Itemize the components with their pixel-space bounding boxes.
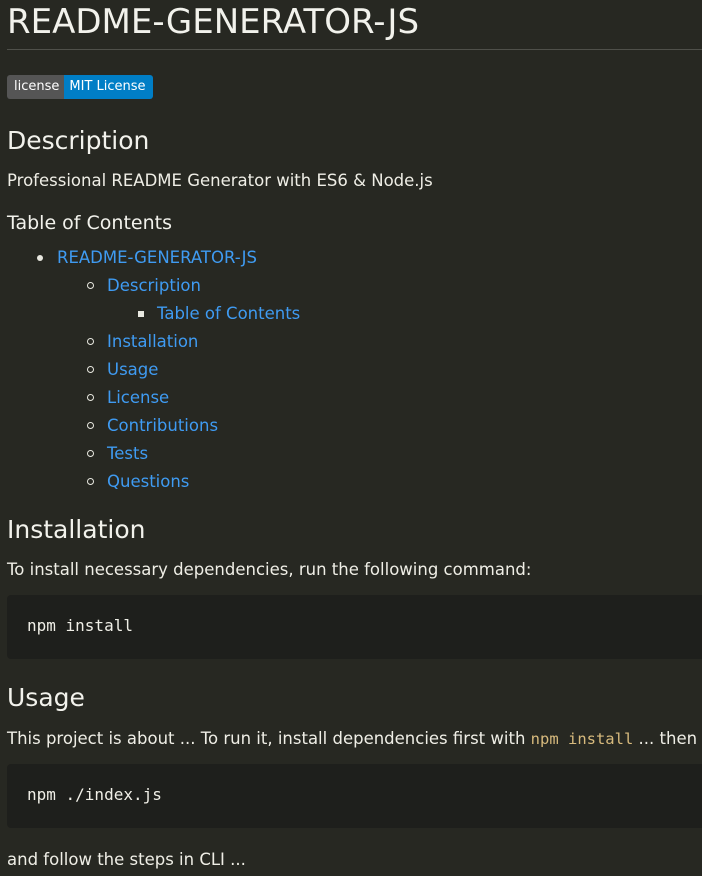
usage-text: This project is about ... To run it, ins… xyxy=(7,728,702,750)
toc-bullet xyxy=(138,311,144,317)
toc-link-description[interactable]: Description xyxy=(107,275,201,297)
toc-bullet xyxy=(87,366,94,373)
badge-message: MIT License xyxy=(64,75,153,99)
toc-bullet xyxy=(87,422,94,429)
page-title: README-GENERATOR-JS xyxy=(7,2,420,42)
toc-link-table-of-contents[interactable]: Table of Contents xyxy=(157,303,300,325)
installation-code: npm install xyxy=(27,616,133,635)
toc-bullet xyxy=(87,394,94,401)
toc-link-installation[interactable]: Installation xyxy=(107,331,198,353)
usage-follow-text: and follow the steps in CLI ... xyxy=(7,850,246,869)
usage-inline-code: npm install xyxy=(530,730,634,748)
toc-bullet xyxy=(87,338,94,345)
toc-link-contributions[interactable]: Contributions xyxy=(107,415,218,437)
description-text: Professional README Generator with ES6 &… xyxy=(7,171,433,190)
toc-bullet xyxy=(37,255,43,261)
usage-text-after: ... then type xyxy=(638,729,702,748)
readme-preview: README-GENERATOR-JS license MIT License … xyxy=(0,0,702,876)
usage-code-block[interactable]: npm ./index.js xyxy=(7,764,702,828)
toc-heading: Table of Contents xyxy=(7,212,172,234)
title-divider xyxy=(7,49,702,50)
usage-code: npm ./index.js xyxy=(27,785,162,804)
description-heading: Description xyxy=(7,126,150,155)
toc-link-questions[interactable]: Questions xyxy=(107,471,189,493)
installation-heading: Installation xyxy=(7,515,146,544)
toc-link-usage[interactable]: Usage xyxy=(107,359,158,381)
toc-bullet xyxy=(87,478,94,485)
badge-label: license xyxy=(7,75,65,99)
usage-heading: Usage xyxy=(7,683,85,712)
toc-link-title[interactable]: README-GENERATOR-JS xyxy=(57,247,257,269)
installation-text: To install necessary dependencies, run t… xyxy=(7,560,532,579)
toc-link-license[interactable]: License xyxy=(107,387,169,409)
usage-text-before: This project is about ... To run it, ins… xyxy=(7,729,531,748)
toc-bullet xyxy=(87,450,94,457)
toc-bullet xyxy=(87,282,94,289)
installation-code-block[interactable]: npm install xyxy=(7,595,702,659)
license-badge[interactable]: license MIT License xyxy=(7,75,153,99)
toc-link-tests[interactable]: Tests xyxy=(107,443,148,465)
